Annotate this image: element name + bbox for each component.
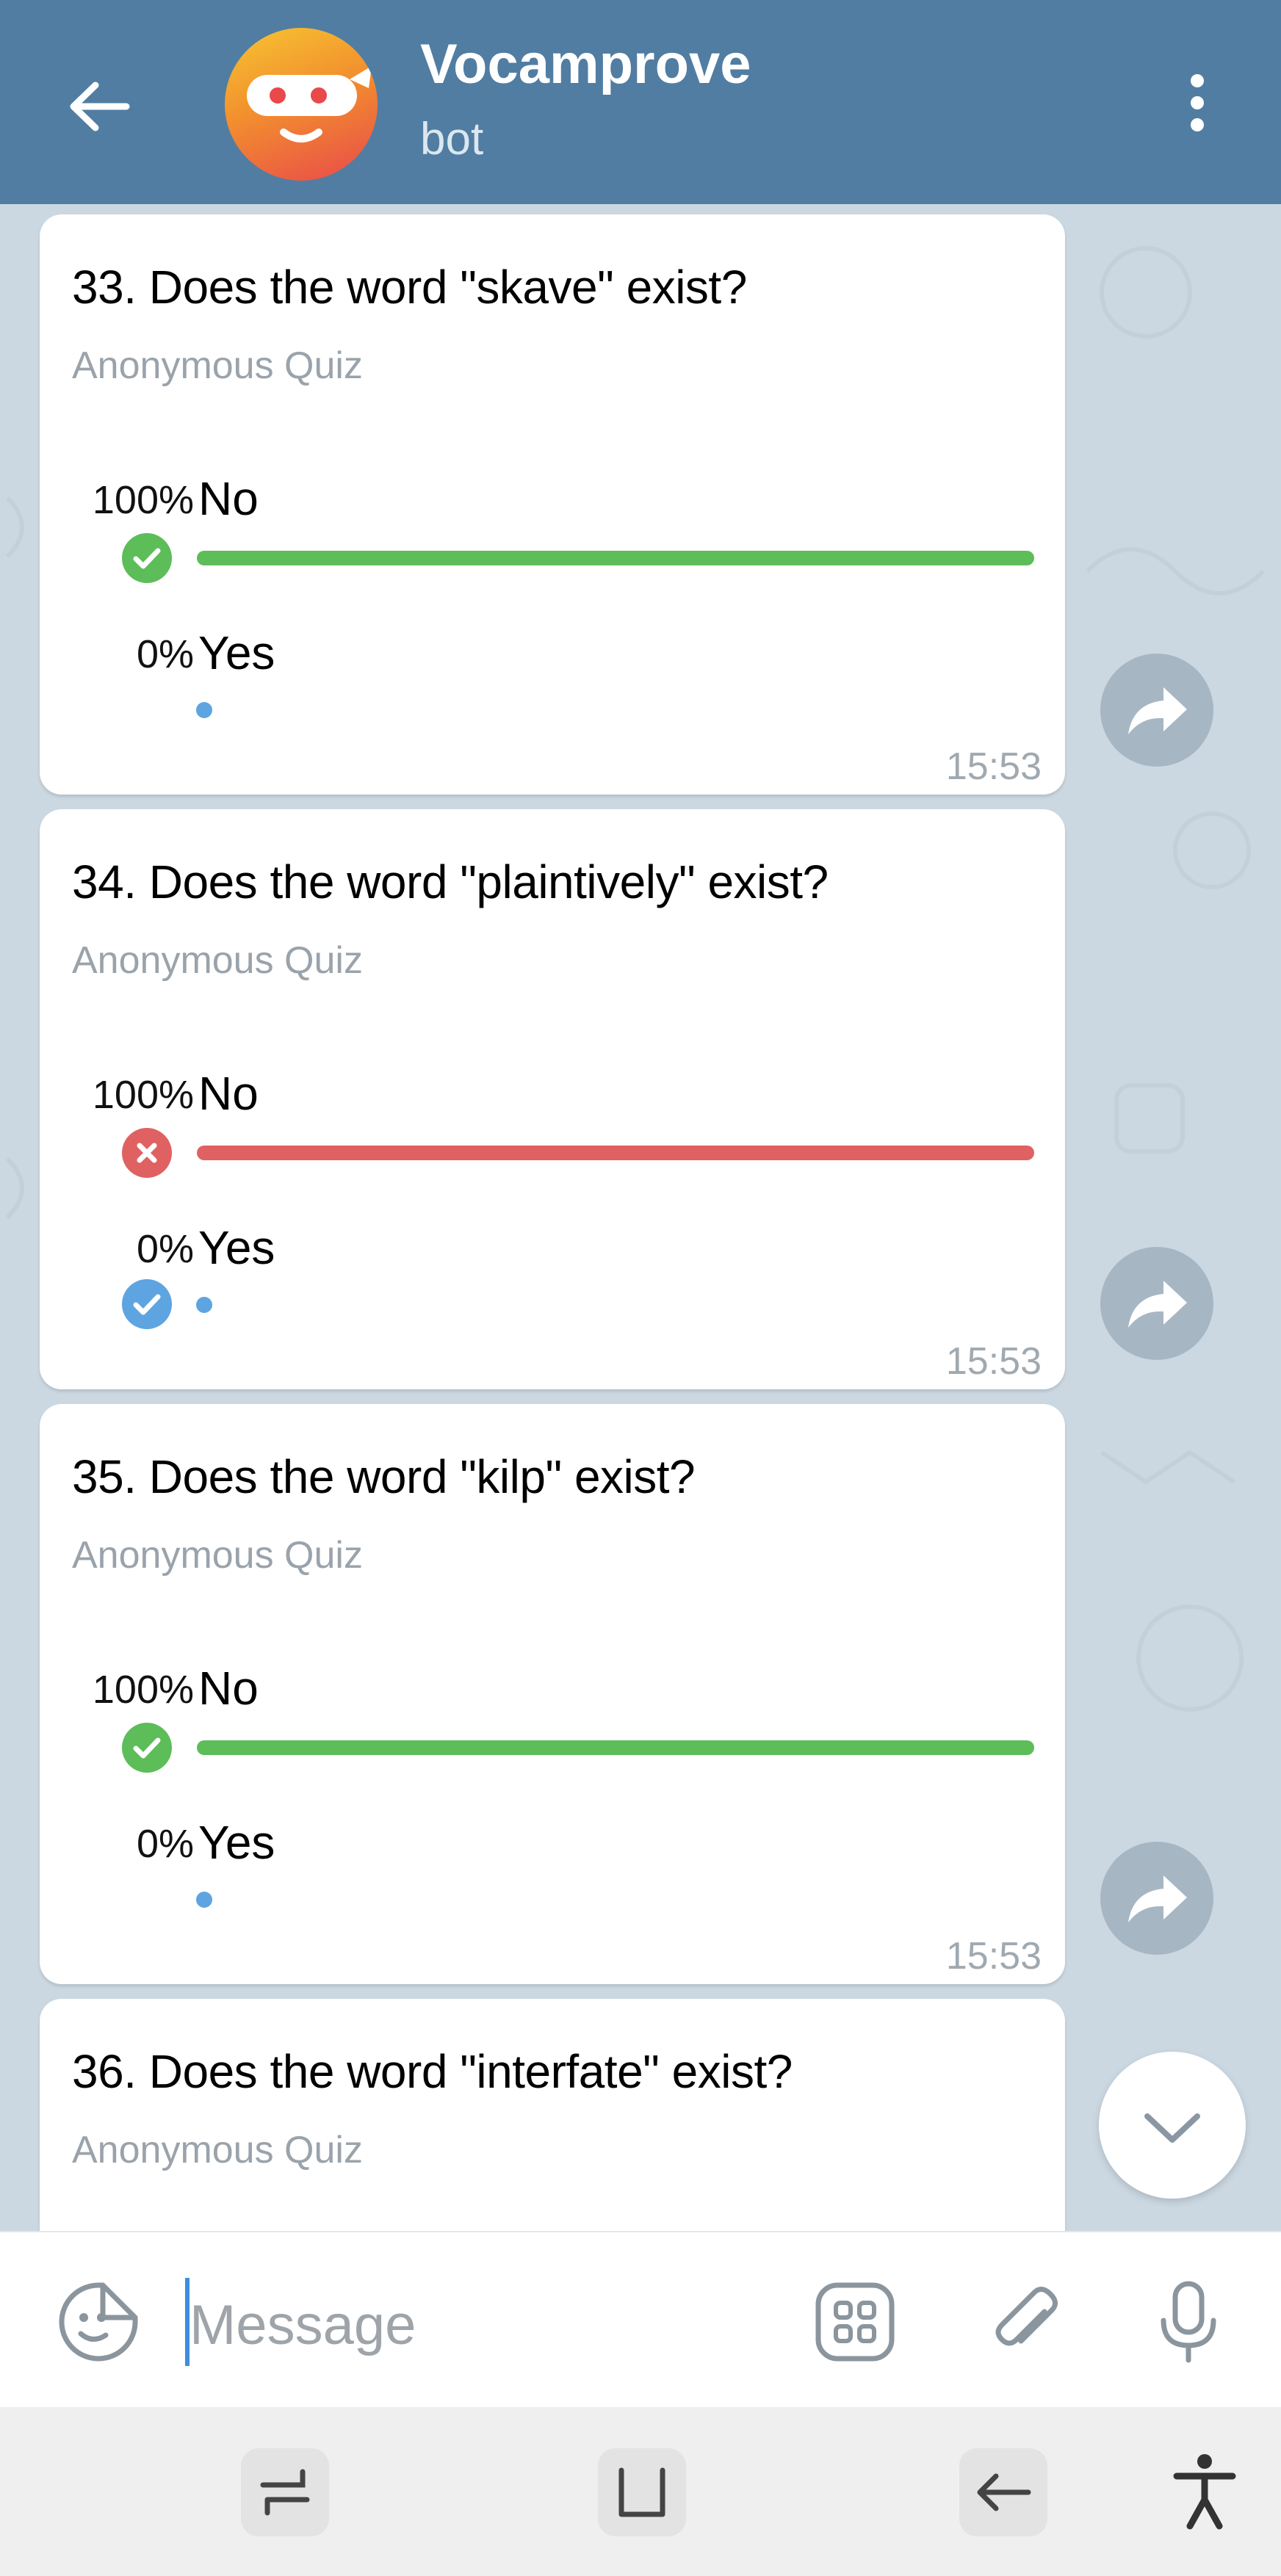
option-percent: 100% — [92, 1668, 194, 1712]
quiz-type-label: Anonymous Quiz — [72, 2129, 363, 2171]
chat-title[interactable]: Vocamprove — [420, 32, 751, 96]
home-button[interactable] — [598, 2448, 686, 2540]
nav-back-button[interactable] — [959, 2448, 1047, 2540]
nav-back-icon — [959, 2448, 1047, 2536]
share-arrow-icon — [1128, 1281, 1187, 1328]
attach-button[interactable] — [983, 2279, 1068, 2368]
option-percent: 0% — [136, 1822, 194, 1866]
bot-commands-grid-icon — [815, 2282, 895, 2362]
check-icon — [122, 1723, 172, 1773]
recent-apps-icon — [241, 2448, 329, 2536]
ninja-avatar-icon — [247, 66, 372, 142]
option-result-bar — [197, 1146, 1034, 1160]
quiz-type-label: Anonymous Quiz — [72, 939, 363, 982]
share-button[interactable] — [1100, 654, 1213, 767]
menu-button[interactable] — [1175, 66, 1219, 140]
recent-apps-button[interactable] — [241, 2448, 329, 2540]
chat-subtitle: bot — [420, 114, 484, 164]
option-result-bar — [197, 551, 1034, 565]
accessibility-button[interactable] — [1161, 2448, 1249, 2540]
option-percent: 0% — [136, 1227, 194, 1271]
share-button[interactable] — [1100, 1247, 1213, 1360]
arrow-left-icon — [70, 82, 130, 131]
sticker-button[interactable] — [56, 2279, 141, 2368]
message-time: 15:53 — [945, 745, 1042, 788]
quiz-message[interactable]: 33. Does the word "skave" exist? Anonymo… — [40, 214, 1065, 795]
option-label: No — [198, 472, 259, 525]
paperclip-icon — [995, 2287, 1058, 2346]
chat-header: Vocamprove bot — [0, 0, 1281, 204]
option-label: No — [198, 1662, 259, 1715]
quiz-type-label: Anonymous Quiz — [72, 344, 363, 387]
cross-icon — [122, 1128, 172, 1178]
home-square-icon — [598, 2448, 686, 2536]
bot-avatar[interactable] — [225, 28, 378, 181]
quiz-message[interactable]: 35. Does the word "kilp" exist? Anonymou… — [40, 1404, 1065, 1984]
scroll-down-button[interactable] — [1099, 2052, 1246, 2199]
option-percent: 100% — [92, 1073, 194, 1117]
message-input[interactable] — [190, 2281, 777, 2369]
option-result-bar — [196, 702, 212, 718]
option-result-bar — [197, 1740, 1034, 1755]
message-composer — [0, 2231, 1281, 2409]
option-label: Yes — [198, 1221, 275, 1274]
share-arrow-icon — [1128, 1875, 1187, 1922]
message-time: 15:53 — [945, 1340, 1042, 1383]
message-time: 15:53 — [945, 1935, 1042, 1978]
option-percent: 100% — [92, 478, 194, 522]
back-button[interactable] — [59, 66, 140, 147]
kebab-menu-icon — [1191, 74, 1204, 131]
option-result-bar — [196, 1297, 212, 1313]
voice-record-button[interactable] — [1146, 2279, 1231, 2368]
check-icon — [122, 533, 172, 583]
option-label: No — [198, 1067, 259, 1120]
chat-area[interactable]: 33. Does the word "skave" exist? Anonymo… — [0, 204, 1281, 2231]
sticker-smile-icon — [59, 2282, 138, 2362]
option-result-bar — [196, 1892, 212, 1908]
quiz-message[interactable]: 36. Does the word "interfate" exist? Ano… — [40, 1999, 1065, 2231]
quiz-question: 33. Does the word "skave" exist? — [72, 261, 747, 314]
chevron-down-icon — [1144, 2113, 1200, 2143]
quiz-question: 34. Does the word "plaintively" exist? — [72, 855, 829, 908]
share-arrow-icon — [1128, 687, 1187, 734]
bot-commands-button[interactable] — [812, 2279, 898, 2368]
share-button[interactable] — [1100, 1842, 1213, 1955]
microphone-icon — [1161, 2281, 1216, 2363]
quiz-message[interactable]: 34. Does the word "plaintively" exist? A… — [40, 809, 1065, 1389]
accessibility-icon — [1173, 2454, 1236, 2530]
check-icon — [122, 1279, 172, 1329]
system-navigation-bar — [0, 2407, 1281, 2576]
quiz-type-label: Anonymous Quiz — [72, 1534, 363, 1577]
quiz-question: 36. Does the word "interfate" exist? — [72, 2045, 793, 2098]
option-percent: 0% — [136, 632, 194, 676]
option-label: Yes — [198, 626, 275, 679]
option-label: Yes — [198, 1816, 275, 1869]
quiz-question: 35. Does the word "kilp" exist? — [72, 1450, 696, 1503]
